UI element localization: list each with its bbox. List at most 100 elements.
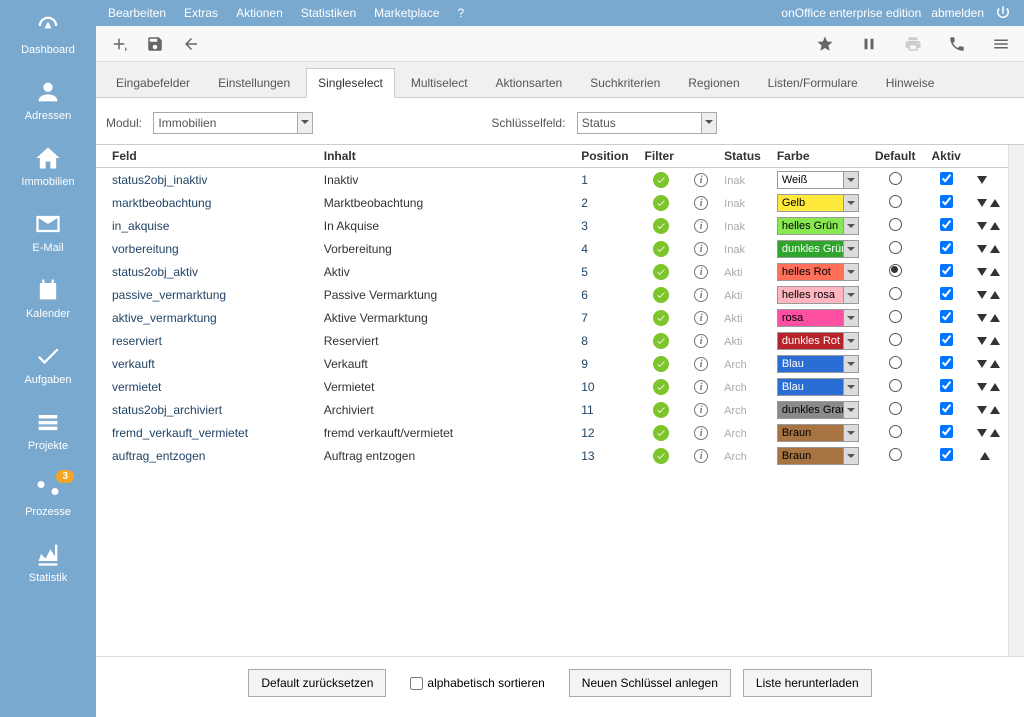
vertical-scrollbar[interactable] xyxy=(1008,145,1024,656)
power-icon[interactable] xyxy=(994,4,1012,22)
topmenu-item[interactable]: ? xyxy=(458,6,465,20)
active-checkbox[interactable] xyxy=(940,241,953,254)
color-select[interactable]: helles Rot xyxy=(777,263,859,281)
move-up-icon[interactable] xyxy=(990,314,1000,322)
cell-feld[interactable]: fremd_verkauft_vermietet xyxy=(96,421,316,444)
sidebar-item-aufgaben[interactable]: Aufgaben xyxy=(0,330,96,396)
filter-check-icon[interactable] xyxy=(653,310,669,326)
info-icon[interactable]: i xyxy=(694,426,708,440)
topmenu-item[interactable]: Aktionen xyxy=(236,6,283,20)
filter-check-icon[interactable] xyxy=(653,425,669,441)
cell-feld[interactable]: marktbeobachtung xyxy=(96,191,316,214)
move-down-icon[interactable] xyxy=(977,268,987,276)
cell-feld[interactable]: passive_vermarktung xyxy=(96,283,316,306)
cell-feld[interactable]: status2obj_inaktiv xyxy=(96,168,316,192)
filter-check-icon[interactable] xyxy=(653,218,669,234)
sidebar-item-dashboard[interactable]: Dashboard xyxy=(0,0,96,66)
active-checkbox[interactable] xyxy=(940,287,953,300)
info-icon[interactable]: i xyxy=(694,311,708,325)
tab-suchkriterien[interactable]: Suchkriterien xyxy=(578,68,672,97)
filter-check-icon[interactable] xyxy=(653,195,669,211)
default-radio[interactable] xyxy=(889,425,902,438)
default-radio[interactable] xyxy=(889,333,902,346)
move-down-icon[interactable] xyxy=(977,429,987,437)
info-icon[interactable]: i xyxy=(694,403,708,417)
color-select[interactable]: Braun xyxy=(777,447,859,465)
back-icon[interactable] xyxy=(182,35,200,53)
active-checkbox[interactable] xyxy=(940,379,953,392)
star-icon[interactable] xyxy=(816,35,834,53)
download-list-button[interactable]: Liste herunterladen xyxy=(743,669,872,697)
default-radio[interactable] xyxy=(889,310,902,323)
cell-feld[interactable]: status2obj_aktiv xyxy=(96,260,316,283)
info-icon[interactable]: i xyxy=(694,288,708,302)
menu-icon[interactable] xyxy=(992,35,1010,53)
add-icon[interactable] xyxy=(110,35,128,53)
filter-check-icon[interactable] xyxy=(653,287,669,303)
filter-check-icon[interactable] xyxy=(653,356,669,372)
info-icon[interactable]: i xyxy=(694,449,708,463)
default-radio[interactable] xyxy=(889,264,902,277)
tab-eingabefelder[interactable]: Eingabefelder xyxy=(104,68,202,97)
tab-hinweise[interactable]: Hinweise xyxy=(874,68,947,97)
phone-icon[interactable] xyxy=(948,35,966,53)
reset-default-button[interactable]: Default zurücksetzen xyxy=(248,669,386,697)
default-radio[interactable] xyxy=(889,448,902,461)
move-up-icon[interactable] xyxy=(990,406,1000,414)
cell-feld[interactable]: vermietet xyxy=(96,375,316,398)
color-select[interactable]: Weiß xyxy=(777,171,859,189)
color-select[interactable]: rosa xyxy=(777,309,859,327)
default-radio[interactable] xyxy=(889,218,902,231)
topmenu-item[interactable]: Marketplace xyxy=(374,6,439,20)
info-icon[interactable]: i xyxy=(694,334,708,348)
move-down-icon[interactable] xyxy=(977,360,987,368)
save-icon[interactable] xyxy=(146,35,164,53)
move-up-icon[interactable] xyxy=(980,452,990,460)
topmenu-item[interactable]: Extras xyxy=(184,6,218,20)
tab-listen/formulare[interactable]: Listen/Formulare xyxy=(756,68,870,97)
default-radio[interactable] xyxy=(889,172,902,185)
active-checkbox[interactable] xyxy=(940,425,953,438)
print-icon[interactable] xyxy=(904,35,922,53)
default-radio[interactable] xyxy=(889,356,902,369)
tab-singleselect[interactable]: Singleselect xyxy=(306,68,395,98)
sidebar-item-kalender[interactable]: Kalender xyxy=(0,264,96,330)
sidebar-item-prozesse[interactable]: Prozesse3 xyxy=(0,462,96,528)
tab-regionen[interactable]: Regionen xyxy=(676,68,751,97)
logout-link[interactable]: abmelden xyxy=(931,6,984,20)
cell-feld[interactable]: in_akquise xyxy=(96,214,316,237)
filter-check-icon[interactable] xyxy=(653,402,669,418)
cell-feld[interactable]: reserviert xyxy=(96,329,316,352)
topmenu-item[interactable]: Bearbeiten xyxy=(108,6,166,20)
cell-feld[interactable]: vorbereitung xyxy=(96,237,316,260)
move-up-icon[interactable] xyxy=(990,291,1000,299)
sidebar-item-adressen[interactable]: Adressen xyxy=(0,66,96,132)
active-checkbox[interactable] xyxy=(940,195,953,208)
module-select[interactable]: Immobilien xyxy=(153,112,313,134)
color-select[interactable]: dunkles Grau xyxy=(777,401,859,419)
info-icon[interactable]: i xyxy=(694,357,708,371)
color-select[interactable]: helles rosa xyxy=(777,286,859,304)
tab-einstellungen[interactable]: Einstellungen xyxy=(206,68,302,97)
color-select[interactable]: Blau xyxy=(777,378,859,396)
active-checkbox[interactable] xyxy=(940,333,953,346)
keyfield-select[interactable]: Status xyxy=(577,112,717,134)
active-checkbox[interactable] xyxy=(940,172,953,185)
move-down-icon[interactable] xyxy=(977,222,987,230)
active-checkbox[interactable] xyxy=(940,448,953,461)
move-up-icon[interactable] xyxy=(990,360,1000,368)
default-radio[interactable] xyxy=(889,195,902,208)
active-checkbox[interactable] xyxy=(940,310,953,323)
active-checkbox[interactable] xyxy=(940,218,953,231)
info-icon[interactable]: i xyxy=(694,242,708,256)
move-down-icon[interactable] xyxy=(977,291,987,299)
move-up-icon[interactable] xyxy=(990,245,1000,253)
filter-check-icon[interactable] xyxy=(653,379,669,395)
move-down-icon[interactable] xyxy=(977,337,987,345)
info-icon[interactable]: i xyxy=(694,380,708,394)
active-checkbox[interactable] xyxy=(940,264,953,277)
sidebar-item-projekte[interactable]: Projekte xyxy=(0,396,96,462)
cell-feld[interactable]: status2obj_archiviert xyxy=(96,398,316,421)
default-radio[interactable] xyxy=(889,287,902,300)
default-radio[interactable] xyxy=(889,241,902,254)
